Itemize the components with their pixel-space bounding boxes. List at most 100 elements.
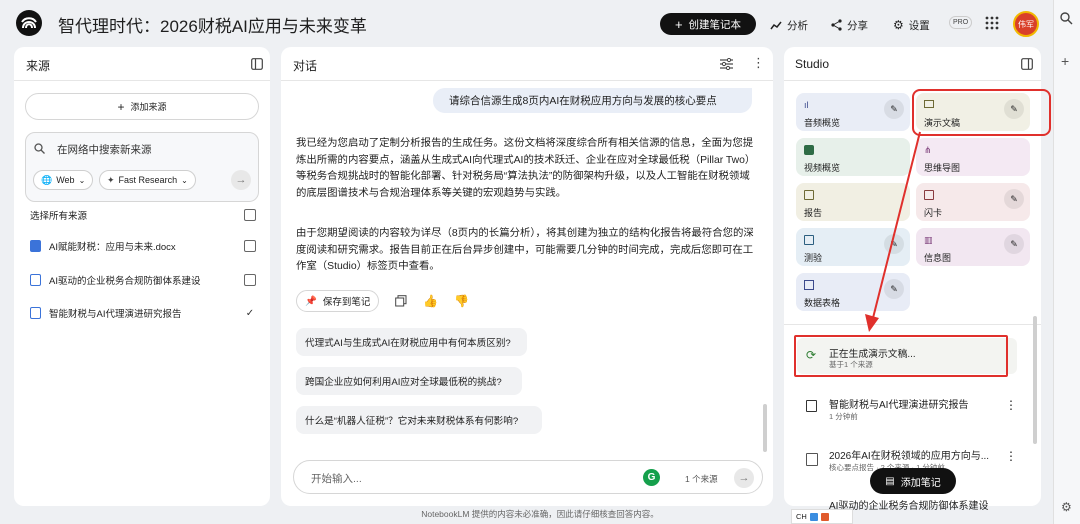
search-icon [34, 143, 45, 154]
source-checkbox-checked[interactable]: ✓ [244, 307, 256, 319]
share-icon [831, 19, 842, 31]
response-paragraph-1: 我已经为您启动了定制分析报告的生成任务。这份文档将深度综合所有相关信源的信息，全… [296, 138, 756, 199]
pdf-icon [30, 274, 41, 286]
tune-icon[interactable] [720, 58, 733, 70]
response-paragraph-2: 由于您期望阅读的内容较为详尽（8页内的长篇分析），将其创建为独立的结构化报告将最… [296, 228, 754, 273]
annotation-arrow [865, 131, 921, 332]
report-icon [804, 190, 814, 200]
chat-title: 对话 [293, 59, 318, 73]
source-name: 智能财税与AI代理演进研究报告 [49, 309, 182, 320]
sources-title: 来源 [26, 59, 51, 73]
share-button[interactable]: 分享 [831, 15, 868, 35]
analyze-label: 分析 [787, 19, 808, 32]
chat-scrollbar[interactable] [763, 404, 767, 452]
select-all-label: 选择所有来源 [30, 211, 88, 222]
source-checkbox[interactable] [244, 240, 256, 252]
add-source-button[interactable]: + 添加来源 [25, 93, 259, 120]
tile-infographic[interactable]: ▥ 信息图 ✎ [916, 228, 1030, 266]
web-label: Web [56, 175, 75, 185]
pdf-icon [30, 307, 41, 319]
save-to-note-button[interactable]: 📌 保存到笔记 [296, 290, 380, 312]
settings-label: 设置 [908, 19, 930, 32]
thumb-down-icon[interactable]: 👎 [454, 294, 469, 308]
more-vert-icon[interactable]: ⋮ [1005, 398, 1017, 412]
select-all-row[interactable]: 选择所有来源 [30, 207, 256, 223]
submit-search-button[interactable]: → [231, 170, 251, 190]
web-search-box: 在网络中搜索新来源 🌐 Web ⌄ ✦ Fast Research ⌄ → [25, 132, 259, 202]
logo-icon [21, 17, 37, 29]
tile-label: 音频概览 [804, 118, 841, 128]
tile-flashcard[interactable]: 闪卡 ✎ [916, 183, 1030, 221]
chat-input-box[interactable]: 开始输入... G 1 个来源 → [293, 460, 763, 494]
chat-divider [281, 80, 773, 81]
more-vert-icon[interactable]: ⋮ [1005, 449, 1017, 463]
chevron-down-icon: ⌄ [181, 175, 188, 185]
edit-pencil-icon[interactable]: ✎ [884, 99, 904, 119]
studio-divider [784, 80, 1041, 81]
arrow-right-icon: → [738, 472, 750, 484]
pin-icon: 📌 [305, 295, 317, 307]
web-dropdown[interactable]: 🌐 Web ⌄ [33, 170, 94, 190]
ime-label: CH [796, 512, 807, 521]
collapse-panel-icon[interactable] [251, 58, 263, 70]
studio-scrollbar[interactable] [1033, 316, 1037, 444]
gear-icon[interactable]: ⚙ [1061, 500, 1072, 514]
save-note-label: 保存到笔记 [322, 297, 371, 308]
ime-icon [809, 512, 818, 521]
notebook-title[interactable]: 智代理时代：2026财税AI应用与未来变革 [58, 12, 367, 37]
create-notebook-label: 创建笔记本 [688, 18, 742, 31]
tile-label: 测验 [804, 253, 823, 263]
tile-mindmap[interactable]: ⋔ 思维导图 [916, 138, 1030, 176]
notebooklm-logo[interactable] [16, 10, 42, 36]
source-item[interactable]: AI驱动的企业税务合规防御体系建设 [30, 272, 256, 288]
tile-slides[interactable]: 演示文稿 ✎ [916, 93, 1030, 131]
source-item[interactable]: AI赋能财税：应用与未来.docx [30, 238, 256, 254]
chat-panel [281, 47, 773, 506]
research-dropdown[interactable]: ✦ Fast Research ⌄ [99, 170, 196, 190]
add-panel-icon[interactable]: + [1061, 53, 1069, 69]
source-checkbox[interactable] [244, 274, 256, 286]
globe-icon: 🌐 [41, 174, 53, 185]
ime-toolbar[interactable]: CH [791, 509, 853, 524]
edit-pencil-icon[interactable]: ✎ [1004, 189, 1024, 209]
suggested-question[interactable]: 代理式AI与生成式AI在财税应用中有何本质区别? [296, 328, 527, 356]
more-vert-icon[interactable]: ⋮ [752, 55, 765, 71]
search-icon[interactable] [1060, 12, 1073, 25]
apps-grid-icon[interactable] [985, 16, 999, 30]
grammarly-icon[interactable]: G [643, 469, 660, 486]
sync-icon: ⟳ [806, 348, 817, 362]
note-title: 智能财税与AI代理演进研究报告 [829, 400, 969, 411]
source-item[interactable]: 智能财税与AI代理演进研究报告 ✓ [30, 305, 256, 321]
share-label: 分享 [847, 19, 868, 32]
suggested-question[interactable]: 跨国企业应如何利用AI应对全球最低税的挑战? [296, 367, 522, 395]
thumb-up-icon[interactable]: 👍 [423, 294, 438, 308]
ime-icon [820, 512, 829, 521]
suggested-question[interactable]: 什么是“机器人征税”？它对未来财税体系有何影响? [296, 406, 542, 434]
add-note-button[interactable]: ▤ 添加笔记 [870, 468, 956, 494]
plus-icon: + [117, 99, 125, 114]
add-source-label: 添加来源 [130, 102, 167, 112]
create-notebook-button[interactable]: + 创建笔记本 [660, 13, 756, 35]
edit-pencil-icon[interactable]: ✎ [1004, 99, 1024, 119]
send-button[interactable]: → [734, 468, 754, 488]
analyze-button[interactable]: 分析 [770, 15, 808, 35]
settings-button[interactable]: ⚙ 设置 [893, 15, 930, 35]
chat-input[interactable]: 开始输入... [311, 471, 362, 486]
collapse-panel-icon[interactable] [1021, 58, 1033, 70]
video-icon [804, 145, 814, 155]
arrow-right-icon: → [235, 174, 247, 186]
note-icon [806, 400, 817, 412]
note-subtitle: 1 分钟前 [829, 412, 858, 421]
select-all-checkbox[interactable] [244, 209, 256, 221]
chevron-down-icon: ⌄ [78, 175, 86, 185]
document-icon [30, 240, 41, 252]
add-note-label: 添加笔记 [900, 477, 941, 489]
table-icon [804, 280, 814, 290]
pro-badge: PRO [949, 16, 973, 29]
trend-icon [770, 21, 782, 30]
edit-pencil-icon[interactable]: ✎ [1004, 234, 1024, 254]
tile-audio-overview[interactable]: ıl 音频概览 ✎ [796, 93, 910, 131]
search-input[interactable]: 在网络中搜索新来源 [57, 142, 152, 157]
copy-icon[interactable] [395, 295, 407, 307]
avatar[interactable]: 伟军 [1013, 11, 1039, 37]
